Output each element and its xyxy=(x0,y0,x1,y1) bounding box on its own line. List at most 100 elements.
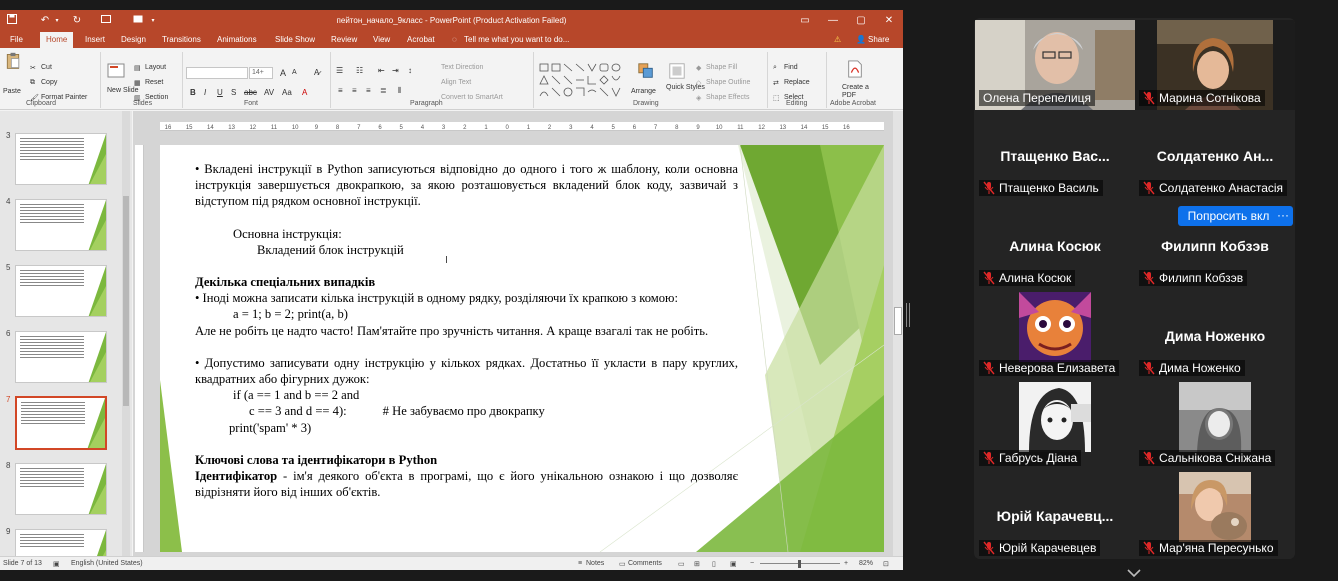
paste-icon[interactable] xyxy=(4,52,22,70)
shape-outline-button[interactable]: Shape Outline xyxy=(706,79,750,86)
increase-indent-icon[interactable]: ⇥ xyxy=(392,66,399,75)
replace-button[interactable]: Replace xyxy=(784,79,810,86)
slideshow-view-icon[interactable]: ▣ xyxy=(730,560,737,568)
tab-animations[interactable]: Animations xyxy=(217,32,257,48)
grow-font-icon[interactable]: A xyxy=(280,68,286,78)
share-button[interactable]: Share xyxy=(868,32,889,48)
underline-icon[interactable]: U xyxy=(217,88,223,97)
split-handle[interactable] xyxy=(906,303,911,327)
columns-icon[interactable]: ⫴ xyxy=(398,86,401,96)
participant-tile[interactable]: Юрій Карачевц... Юрій Карачевцев xyxy=(975,470,1135,559)
participant-tile[interactable]: Алина Косюк Алина Косюк xyxy=(975,200,1135,290)
italic-icon[interactable]: I xyxy=(204,88,206,97)
change-case-icon[interactable]: Aa xyxy=(282,88,292,97)
shape-outline-icon[interactable]: ◇ xyxy=(696,79,701,87)
bullets-icon[interactable]: ☰ xyxy=(336,66,343,75)
participant-tile[interactable]: Мар'яна Пересунько xyxy=(1135,470,1295,559)
participant-tile[interactable]: Птащенко Вас... Птащенко Василь xyxy=(975,110,1135,200)
slide-thumbnail-active[interactable] xyxy=(15,396,107,450)
clear-format-icon[interactable]: A̷ xyxy=(314,68,319,77)
zoom-slider-thumb[interactable] xyxy=(798,560,801,568)
reset-icon[interactable]: ▦ xyxy=(134,79,141,87)
maximize-icon[interactable]: ▢ xyxy=(847,10,875,32)
decrease-indent-icon[interactable]: ⇤ xyxy=(378,66,385,75)
slide-thumbnail[interactable] xyxy=(15,133,107,185)
align-text-button[interactable]: Align Text xyxy=(441,79,471,86)
zoom-level[interactable]: 82% xyxy=(859,560,873,567)
fit-to-window-icon[interactable]: ⊡ xyxy=(883,560,889,568)
bold-icon[interactable]: B xyxy=(190,88,196,97)
chevron-down-icon[interactable] xyxy=(1126,568,1142,578)
align-right-icon[interactable]: ≡ xyxy=(366,86,371,95)
select-icon[interactable]: ⬚ xyxy=(773,94,780,102)
layout-icon[interactable]: ▤ xyxy=(134,64,141,72)
find-icon[interactable]: ⌕ xyxy=(773,64,777,72)
notes-icon[interactable]: ≡ xyxy=(578,560,582,567)
participant-tile[interactable]: Солдатенко Ан... Солдатенко Анастасія xyxy=(1135,110,1295,200)
tab-slide-show[interactable]: Slide Show xyxy=(275,32,315,48)
tab-insert[interactable]: Insert xyxy=(85,32,105,48)
shadow-icon[interactable]: S xyxy=(231,88,236,97)
layout-button[interactable]: Layout xyxy=(145,64,166,71)
copy-button[interactable]: Copy xyxy=(41,79,57,86)
minimize-icon[interactable]: — xyxy=(819,10,847,32)
arrange-icon[interactable] xyxy=(637,62,655,80)
shape-effects-icon[interactable]: ◈ xyxy=(696,94,701,102)
create-pdf-button[interactable]: Create a PDF xyxy=(842,84,876,100)
arrange-button[interactable]: Arrange xyxy=(631,88,656,95)
shape-effects-button[interactable]: Shape Effects xyxy=(706,94,749,101)
zoom-in-icon[interactable]: + xyxy=(844,560,848,567)
reading-view-icon[interactable]: ▯ xyxy=(712,560,716,568)
editor-scrollbar[interactable] xyxy=(893,111,903,557)
shape-fill-button[interactable]: Shape Fill xyxy=(706,64,737,71)
share-icon[interactable]: 👤 xyxy=(856,32,866,48)
participant-tile[interactable]: Сальнікова Сніжана xyxy=(1135,380,1295,470)
tab-review[interactable]: Review xyxy=(331,32,357,48)
language-status[interactable]: English (United States) xyxy=(71,560,143,567)
participant-tile[interactable]: Олена Перепелиця xyxy=(975,20,1135,110)
comments-icon[interactable]: ▭ xyxy=(619,560,626,568)
slide-thumbnail[interactable] xyxy=(15,199,107,251)
new-slide-icon[interactable] xyxy=(107,62,125,80)
zoom-out-icon[interactable]: − xyxy=(750,560,754,567)
close-icon[interactable]: ✕ xyxy=(875,10,903,32)
font-color-icon[interactable]: A xyxy=(302,88,307,97)
spellcheck-icon[interactable]: ▣ xyxy=(53,560,60,568)
reset-button[interactable]: Reset xyxy=(145,79,163,86)
paste-label[interactable]: Paste xyxy=(3,88,21,95)
tab-home[interactable]: Home xyxy=(40,32,74,48)
slide-thumbnail[interactable] xyxy=(15,331,107,383)
strikethrough-icon[interactable]: abc xyxy=(244,88,257,97)
tab-transitions[interactable]: Transitions xyxy=(162,32,201,48)
tell-me-box[interactable]: Tell me what you want to do... xyxy=(464,32,569,48)
tab-design[interactable]: Design xyxy=(121,32,146,48)
create-pdf-icon[interactable] xyxy=(846,60,864,78)
char-spacing-icon[interactable]: AV xyxy=(264,88,274,97)
ask-to-unmute-button[interactable]: Попросить вкл xyxy=(1178,206,1279,226)
slide-thumbnail[interactable] xyxy=(15,529,107,557)
align-left-icon[interactable]: ≡ xyxy=(338,86,343,95)
quick-styles-button[interactable]: Quick Styles xyxy=(666,84,705,92)
cut-icon[interactable]: ✂ xyxy=(30,64,36,72)
slide-thumbnail[interactable] xyxy=(15,463,107,515)
convert-smartart-button[interactable]: Convert to SmartArt xyxy=(441,94,503,101)
slide-canvas[interactable]: • Вкладені інструкції в Python записують… xyxy=(160,145,884,552)
participant-tile[interactable]: Габрусь Діана xyxy=(975,380,1135,470)
shapes-gallery[interactable] xyxy=(538,62,622,100)
normal-view-icon[interactable]: ▭ xyxy=(678,560,685,568)
slide-thumbnail[interactable] xyxy=(15,265,107,317)
text-direction-button[interactable]: Text Direction xyxy=(441,64,483,71)
ribbon-display-icon[interactable]: ▭ xyxy=(791,10,819,32)
tab-file[interactable]: File xyxy=(10,32,23,48)
copy-icon[interactable]: ⧉ xyxy=(30,79,35,87)
shrink-font-icon[interactable]: A xyxy=(292,69,297,76)
tab-view[interactable]: View xyxy=(373,32,390,48)
comments-button[interactable]: Comments xyxy=(628,560,662,567)
participant-tile[interactable]: Неверова Елизавета xyxy=(975,290,1135,380)
line-spacing-icon[interactable]: ↕ xyxy=(408,66,412,75)
slide-sorter-icon[interactable]: ⊞ xyxy=(694,560,700,568)
font-size-box[interactable]: 14+ xyxy=(249,67,273,79)
notes-button[interactable]: Notes xyxy=(586,560,604,567)
participant-tile[interactable]: Дима Ноженко Дима Ноженко xyxy=(1135,290,1295,380)
more-options-button[interactable]: ··· xyxy=(1273,206,1293,226)
